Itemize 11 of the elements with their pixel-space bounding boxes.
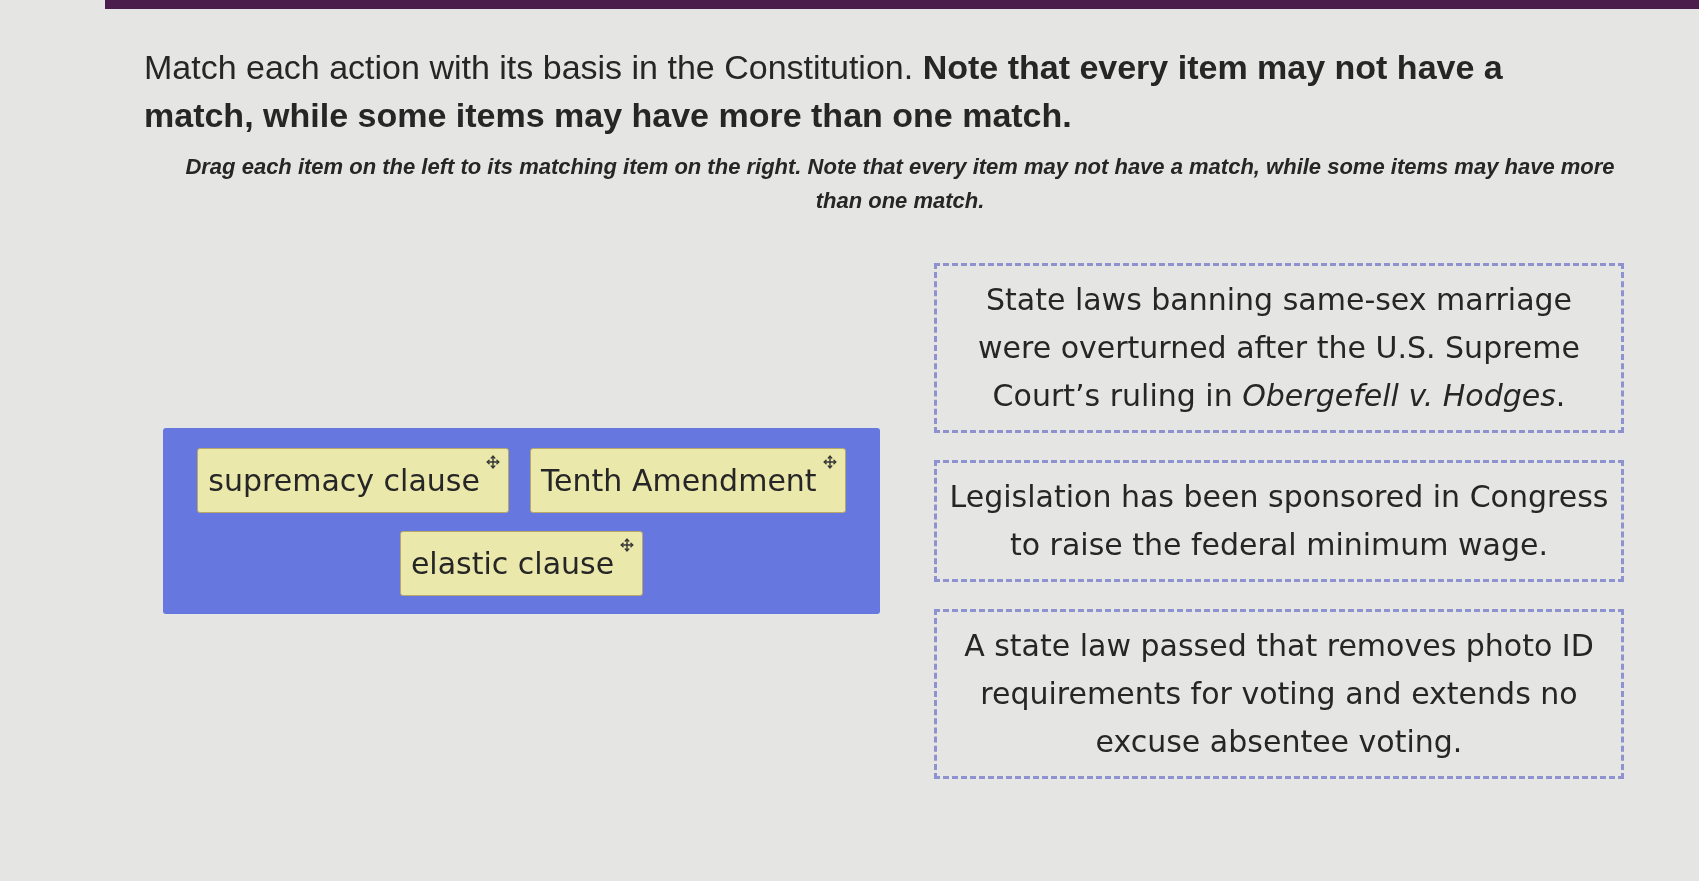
drop-target[interactable]: Legislation has been sponsored in Congress to raise the federal minimum wage. xyxy=(934,460,1624,582)
drop-target[interactable]: A state law passed that removes photo ID requirements for voting and extends no excuse absentee voting. xyxy=(934,609,1624,779)
drop-target[interactable]: State laws banning same-sex marriage were overturned after the U.S. Supreme Court’s ruling in Obergefell v. Hodges. xyxy=(934,263,1624,433)
move-icon xyxy=(620,538,635,552)
drag-item[interactable]: supremacy clause xyxy=(197,448,509,513)
move-icon xyxy=(485,455,500,469)
instructions-text: Drag each item on the left to its matching item on the right. Note that every item may not have a match, while some items may have more than one match. xyxy=(184,153,1616,215)
move-icon xyxy=(822,455,837,469)
question-prompt: Match each action with its basis in the Constitution. Note that every item may not have a match, while some items may have more than one match. xyxy=(144,47,1504,136)
drag-item[interactable]: elastic clause xyxy=(399,531,644,596)
drag-item[interactable]: Tenth Amendment xyxy=(529,448,846,513)
